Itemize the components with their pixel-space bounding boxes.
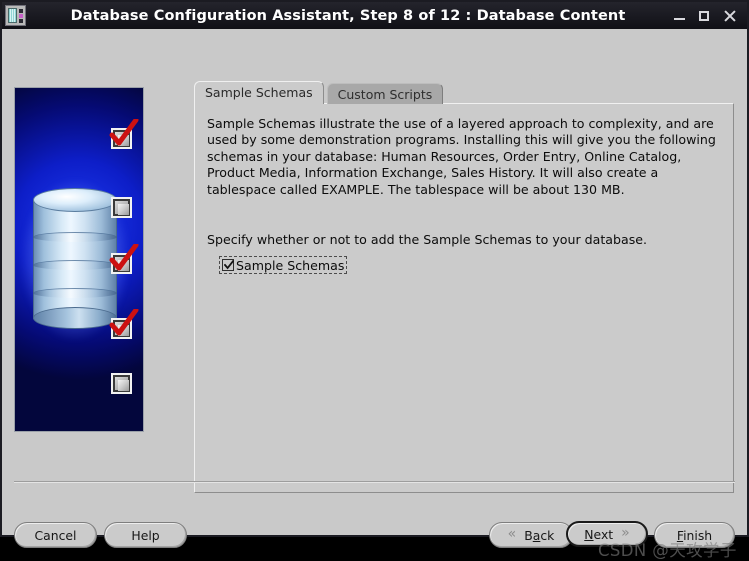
maximize-icon[interactable] <box>699 10 711 22</box>
application-window: Database Configuration Assistant, Step 8… <box>0 0 749 560</box>
minimize-icon[interactable] <box>674 10 686 22</box>
client-area: Sample Schemas Custom Scripts Sample Sch… <box>2 29 747 560</box>
window-controls <box>674 10 747 22</box>
cancel-button-label: Cancel <box>34 527 77 543</box>
tab-strip: Sample Schemas Custom Scripts <box>194 81 444 104</box>
help-button-label: Help <box>131 527 160 543</box>
checkmark-icon <box>224 260 234 270</box>
database-cylinder-icon <box>33 188 117 330</box>
checkbox-label: Sample Schemas <box>236 257 345 273</box>
banner-marker-checked-2 <box>109 244 139 274</box>
help-button[interactable]: Help <box>104 522 187 548</box>
banner-marker-unchecked-1 <box>111 197 132 218</box>
finish-button[interactable]: Finish <box>654 522 735 548</box>
next-button[interactable]: Next » <box>566 521 648 547</box>
cancel-button[interactable]: Cancel <box>14 522 97 548</box>
window-title: Database Configuration Assistant, Step 8… <box>70 7 626 24</box>
tab-sample-schemas[interactable]: Sample Schemas <box>194 81 324 104</box>
sample-schemas-checkbox[interactable]: Sample Schemas <box>219 256 348 274</box>
chevron-right-icon: » <box>621 525 630 541</box>
footer-separator <box>14 481 735 483</box>
tabbed-pane: Sample Schemas Custom Scripts Sample Sch… <box>194 81 734 493</box>
description-paragraph: Sample Schemas illustrate the use of a l… <box>207 116 716 197</box>
back-button-label: Back <box>524 527 555 543</box>
close-icon[interactable] <box>724 10 736 22</box>
finish-button-label: Finish <box>676 527 713 543</box>
banner-marker-checked-1 <box>109 119 139 149</box>
tab-custom-scripts[interactable]: Custom Scripts <box>326 83 444 104</box>
banner-marker-unchecked-2 <box>111 373 132 394</box>
tab-panel-sample-schemas: Sample Schemas illustrate the use of a l… <box>194 103 734 493</box>
checkbox-box[interactable] <box>222 259 234 271</box>
banner-marker-checked-3 <box>109 309 139 339</box>
wizard-banner-image <box>14 87 144 432</box>
title-bar[interactable]: Database Configuration Assistant, Step 8… <box>2 2 747 29</box>
app-window-icon <box>5 5 26 26</box>
back-button[interactable]: « Back <box>489 522 573 548</box>
chevron-left-icon: « <box>507 526 517 542</box>
instruction-paragraph: Specify whether or not to add the Sample… <box>207 232 648 247</box>
next-button-label: Next <box>584 526 614 542</box>
